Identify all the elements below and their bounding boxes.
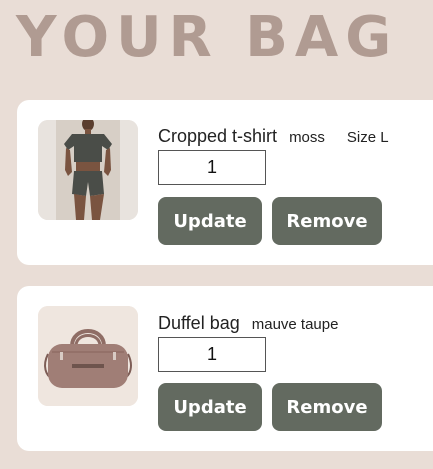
remove-button[interactable]: Remove [272,197,382,245]
item-name[interactable]: Cropped t-shirt [158,126,277,146]
update-button[interactable]: Update [158,197,262,245]
item-variant: moss [289,129,325,146]
item-title-row: Cropped t-shirt moss Size L [158,126,389,147]
cart-item-card: Cropped t-shirt moss Size L Update Remove [17,100,433,265]
quantity-input[interactable] [158,337,266,372]
product-image[interactable] [38,306,138,406]
cart-item-card: Duffel bag mauve taupe Update Remove [17,286,433,451]
quantity-input[interactable] [158,150,266,185]
page-title: YOUR BAG [16,5,399,70]
product-image[interactable] [38,120,138,220]
model-wearing-cropped-tshirt-photo [38,120,138,220]
bag-page: YOUR BAG Cropped t-shirt moss Size L 1 U… [0,0,433,469]
item-size: Size L [346,129,389,146]
remove-button[interactable]: Remove [272,383,382,431]
item-name[interactable]: Duffel bag [158,313,240,333]
duffel-bag-photo [38,306,138,406]
update-button[interactable]: Update [158,383,262,431]
item-variant: mauve taupe [251,316,339,333]
item-title-row: Duffel bag mauve taupe [158,313,338,334]
